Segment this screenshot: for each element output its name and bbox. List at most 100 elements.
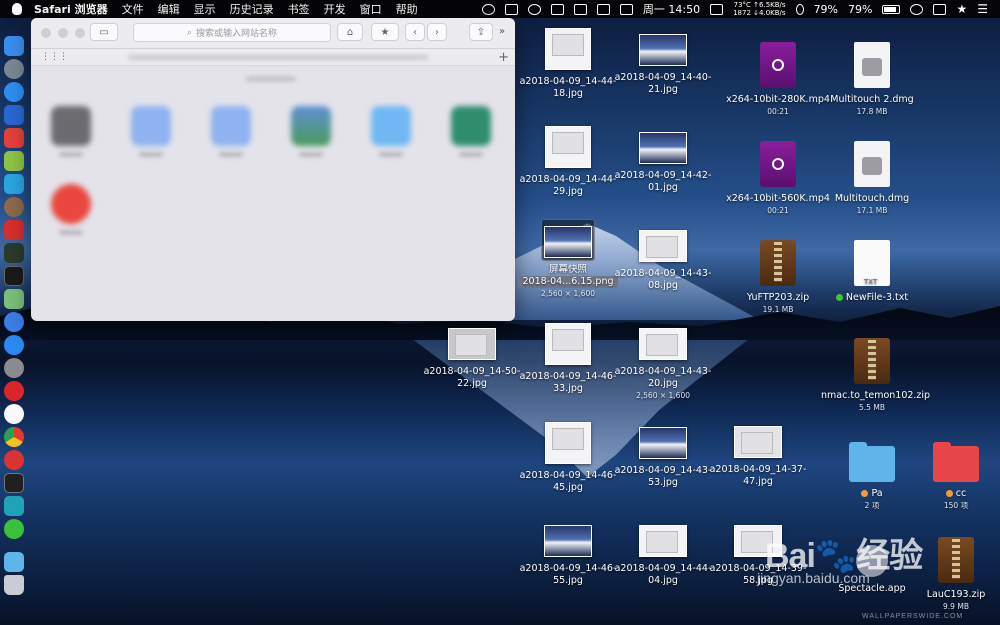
desktop-file[interactable]: a2018-04-09_14-40-21.jpg (608, 34, 718, 96)
dock-paw-icon[interactable] (4, 128, 24, 148)
desktop-file[interactable]: a2018-04-09_14-46-55.jpg (513, 525, 623, 587)
favorite-baidu-2[interactable] (206, 106, 256, 157)
home-button[interactable]: ⌂ (337, 23, 363, 41)
favorite-landscape[interactable] (286, 106, 336, 157)
favorite-bing[interactable] (446, 106, 496, 157)
new-tab-button[interactable]: + (498, 50, 509, 65)
dock-appstore-icon[interactable] (4, 335, 24, 355)
desktop-file[interactable]: Multitouch.dmg 17.1 MB (817, 141, 927, 217)
desktop-folder[interactable]: Pa 2 项 (817, 442, 927, 512)
desktop-file[interactable]: a2018-04-09_14-46-33.jpg (513, 323, 623, 395)
file-size: 19.1 MB (762, 305, 794, 314)
clock[interactable]: 周一 14:50 (643, 1, 700, 17)
battery-icon[interactable] (882, 4, 901, 14)
sidebar-button[interactable]: ▭ (90, 23, 118, 41)
safari-window[interactable]: ▭ ⌕ 搜索或输入网站名称 ⌂ ★ ‹ › ⇪ » ⋮⋮⋮ + (31, 18, 515, 321)
menu-bookmarks[interactable]: 书签 (288, 1, 310, 17)
vpn-icon[interactable] (481, 3, 495, 15)
desktop-file[interactable]: nmac.to_temon102.zip 5.5 MB (817, 338, 931, 414)
dock-console-icon[interactable] (4, 473, 24, 493)
apple-icon[interactable] (12, 3, 22, 15)
desktop-file[interactable]: a2018-04-09_14-37-47.jpg (703, 426, 813, 488)
dock-vivaldi-icon[interactable] (4, 450, 24, 470)
zip-archive-icon (938, 537, 974, 583)
dock-trash-icon[interactable] (4, 575, 24, 595)
display-icon[interactable] (573, 3, 587, 15)
orange-tag-icon (945, 490, 953, 497)
menu-list-icon[interactable]: ☰ (977, 2, 988, 16)
desktop-file[interactable]: LauC193.zip 9.9 MB (912, 537, 1000, 613)
desktop-file[interactable]: a2018-04-09_14-43-53.jpg (608, 427, 718, 489)
wechat-icon[interactable] (527, 3, 541, 15)
zoom-button[interactable] (75, 28, 85, 38)
s-icon[interactable] (933, 3, 947, 15)
battery-percent-1[interactable]: 79% (814, 3, 838, 16)
p-icon[interactable] (504, 3, 518, 15)
dock-launchpad-icon[interactable] (4, 59, 24, 79)
dock-terminal-icon[interactable] (4, 266, 24, 286)
dock-gear-icon[interactable] (4, 197, 24, 217)
desktop-folder[interactable]: cc 150 项 (912, 442, 1000, 512)
dock-siri-icon[interactable] (4, 312, 24, 332)
address-bar[interactable]: ⌕ 搜索或输入网站名称 (133, 23, 331, 42)
car-icon[interactable] (710, 3, 724, 15)
dock-android-icon[interactable] (4, 151, 24, 171)
desktop-file[interactable]: a2018-04-09_14-43-08.jpg (608, 230, 718, 292)
desktop-file[interactable]: a2018-04-09_14-42-01.jpg (608, 132, 718, 194)
dock-yandex-icon[interactable] (4, 404, 24, 424)
menu-edit[interactable]: 编辑 (158, 1, 180, 17)
forward-button[interactable]: › (427, 23, 447, 41)
app-menu[interactable]: Safari 浏览器 (34, 1, 108, 17)
desktop-file[interactable]: a2018-04-09_14-44-29.jpg (513, 126, 623, 198)
menu-file[interactable]: 文件 (122, 1, 144, 17)
battery-percent-2[interactable]: 79% (848, 3, 872, 16)
dock-netease-icon[interactable] (4, 381, 24, 401)
desktop-file[interactable]: a2018-04-09_14-46-45.jpg (513, 422, 623, 494)
file-name: a2018-04-09_14-40-21.jpg (614, 72, 712, 95)
window-icon[interactable] (619, 3, 633, 15)
menu-develop[interactable]: 开发 (324, 1, 346, 17)
dock-activity-icon[interactable] (4, 243, 24, 263)
wifi-icon[interactable] (910, 3, 924, 15)
dock-red-icon[interactable] (4, 220, 24, 240)
desktop-file-selected[interactable]: 屏幕快照 2018-04...6.15.png 2,560 × 1,600 (516, 219, 620, 300)
grid-view-icon[interactable]: ⋮⋮⋮ (41, 52, 68, 62)
dock-preferences-icon[interactable] (4, 358, 24, 378)
dock-share-icon[interactable] (4, 496, 24, 516)
net-monitor[interactable]: 73°C ↑6.5KB/s 1872 ↓4.0KB/s (733, 1, 785, 17)
favorite-video[interactable] (46, 184, 96, 235)
share-button[interactable]: ⇪ (469, 23, 493, 41)
bluetooth-icon[interactable] (795, 3, 804, 15)
grid-icon[interactable] (596, 3, 610, 15)
glasses-icon[interactable] (550, 3, 564, 15)
dock-preview-icon[interactable] (4, 289, 24, 309)
star-icon[interactable]: ★ (956, 2, 967, 16)
favorite-baidu[interactable] (126, 106, 176, 157)
desktop-file[interactable]: a2018-04-09_14-50-22.jpg (417, 328, 527, 390)
file-name: nmac.to_temon102.zip (821, 390, 931, 401)
dock-finder-icon[interactable] (4, 36, 24, 56)
desktop-file[interactable]: TXT NewFile-3.txt (817, 240, 927, 304)
dock-safari-icon[interactable] (4, 82, 24, 102)
menu-window[interactable]: 窗口 (360, 1, 382, 17)
menu-view[interactable]: 显示 (194, 1, 216, 17)
bookmark-star-button[interactable]: ★ (371, 23, 399, 41)
menu-history[interactable]: 历史记录 (230, 1, 274, 17)
desktop-file[interactable]: a2018-04-09_14-43-20.jpg 2,560 × 1,600 (608, 328, 718, 402)
dock-wechat-icon[interactable] (4, 519, 24, 539)
favorite-icloud[interactable] (366, 106, 416, 157)
dock-chrome-icon[interactable] (4, 427, 24, 447)
orange-tag-icon (861, 490, 869, 497)
overflow-icon[interactable]: » (499, 26, 505, 37)
desktop-file[interactable]: Multitouch 2.dmg 17.8 MB (817, 42, 927, 118)
dock-downloads-icon[interactable] (4, 552, 24, 572)
desktop-file[interactable]: a2018-04-09_14-44-18.jpg (513, 28, 623, 100)
close-button[interactable] (41, 28, 51, 38)
back-button[interactable]: ‹ (405, 23, 425, 41)
menu-help[interactable]: 帮助 (396, 1, 418, 17)
dock-transfer-icon[interactable] (4, 174, 24, 194)
desktop-file[interactable]: a2018-04-09_14-44-04.jpg (608, 525, 718, 587)
dock-search-icon[interactable] (4, 105, 24, 125)
favorite-apple[interactable] (46, 106, 96, 157)
minimize-button[interactable] (58, 28, 68, 38)
